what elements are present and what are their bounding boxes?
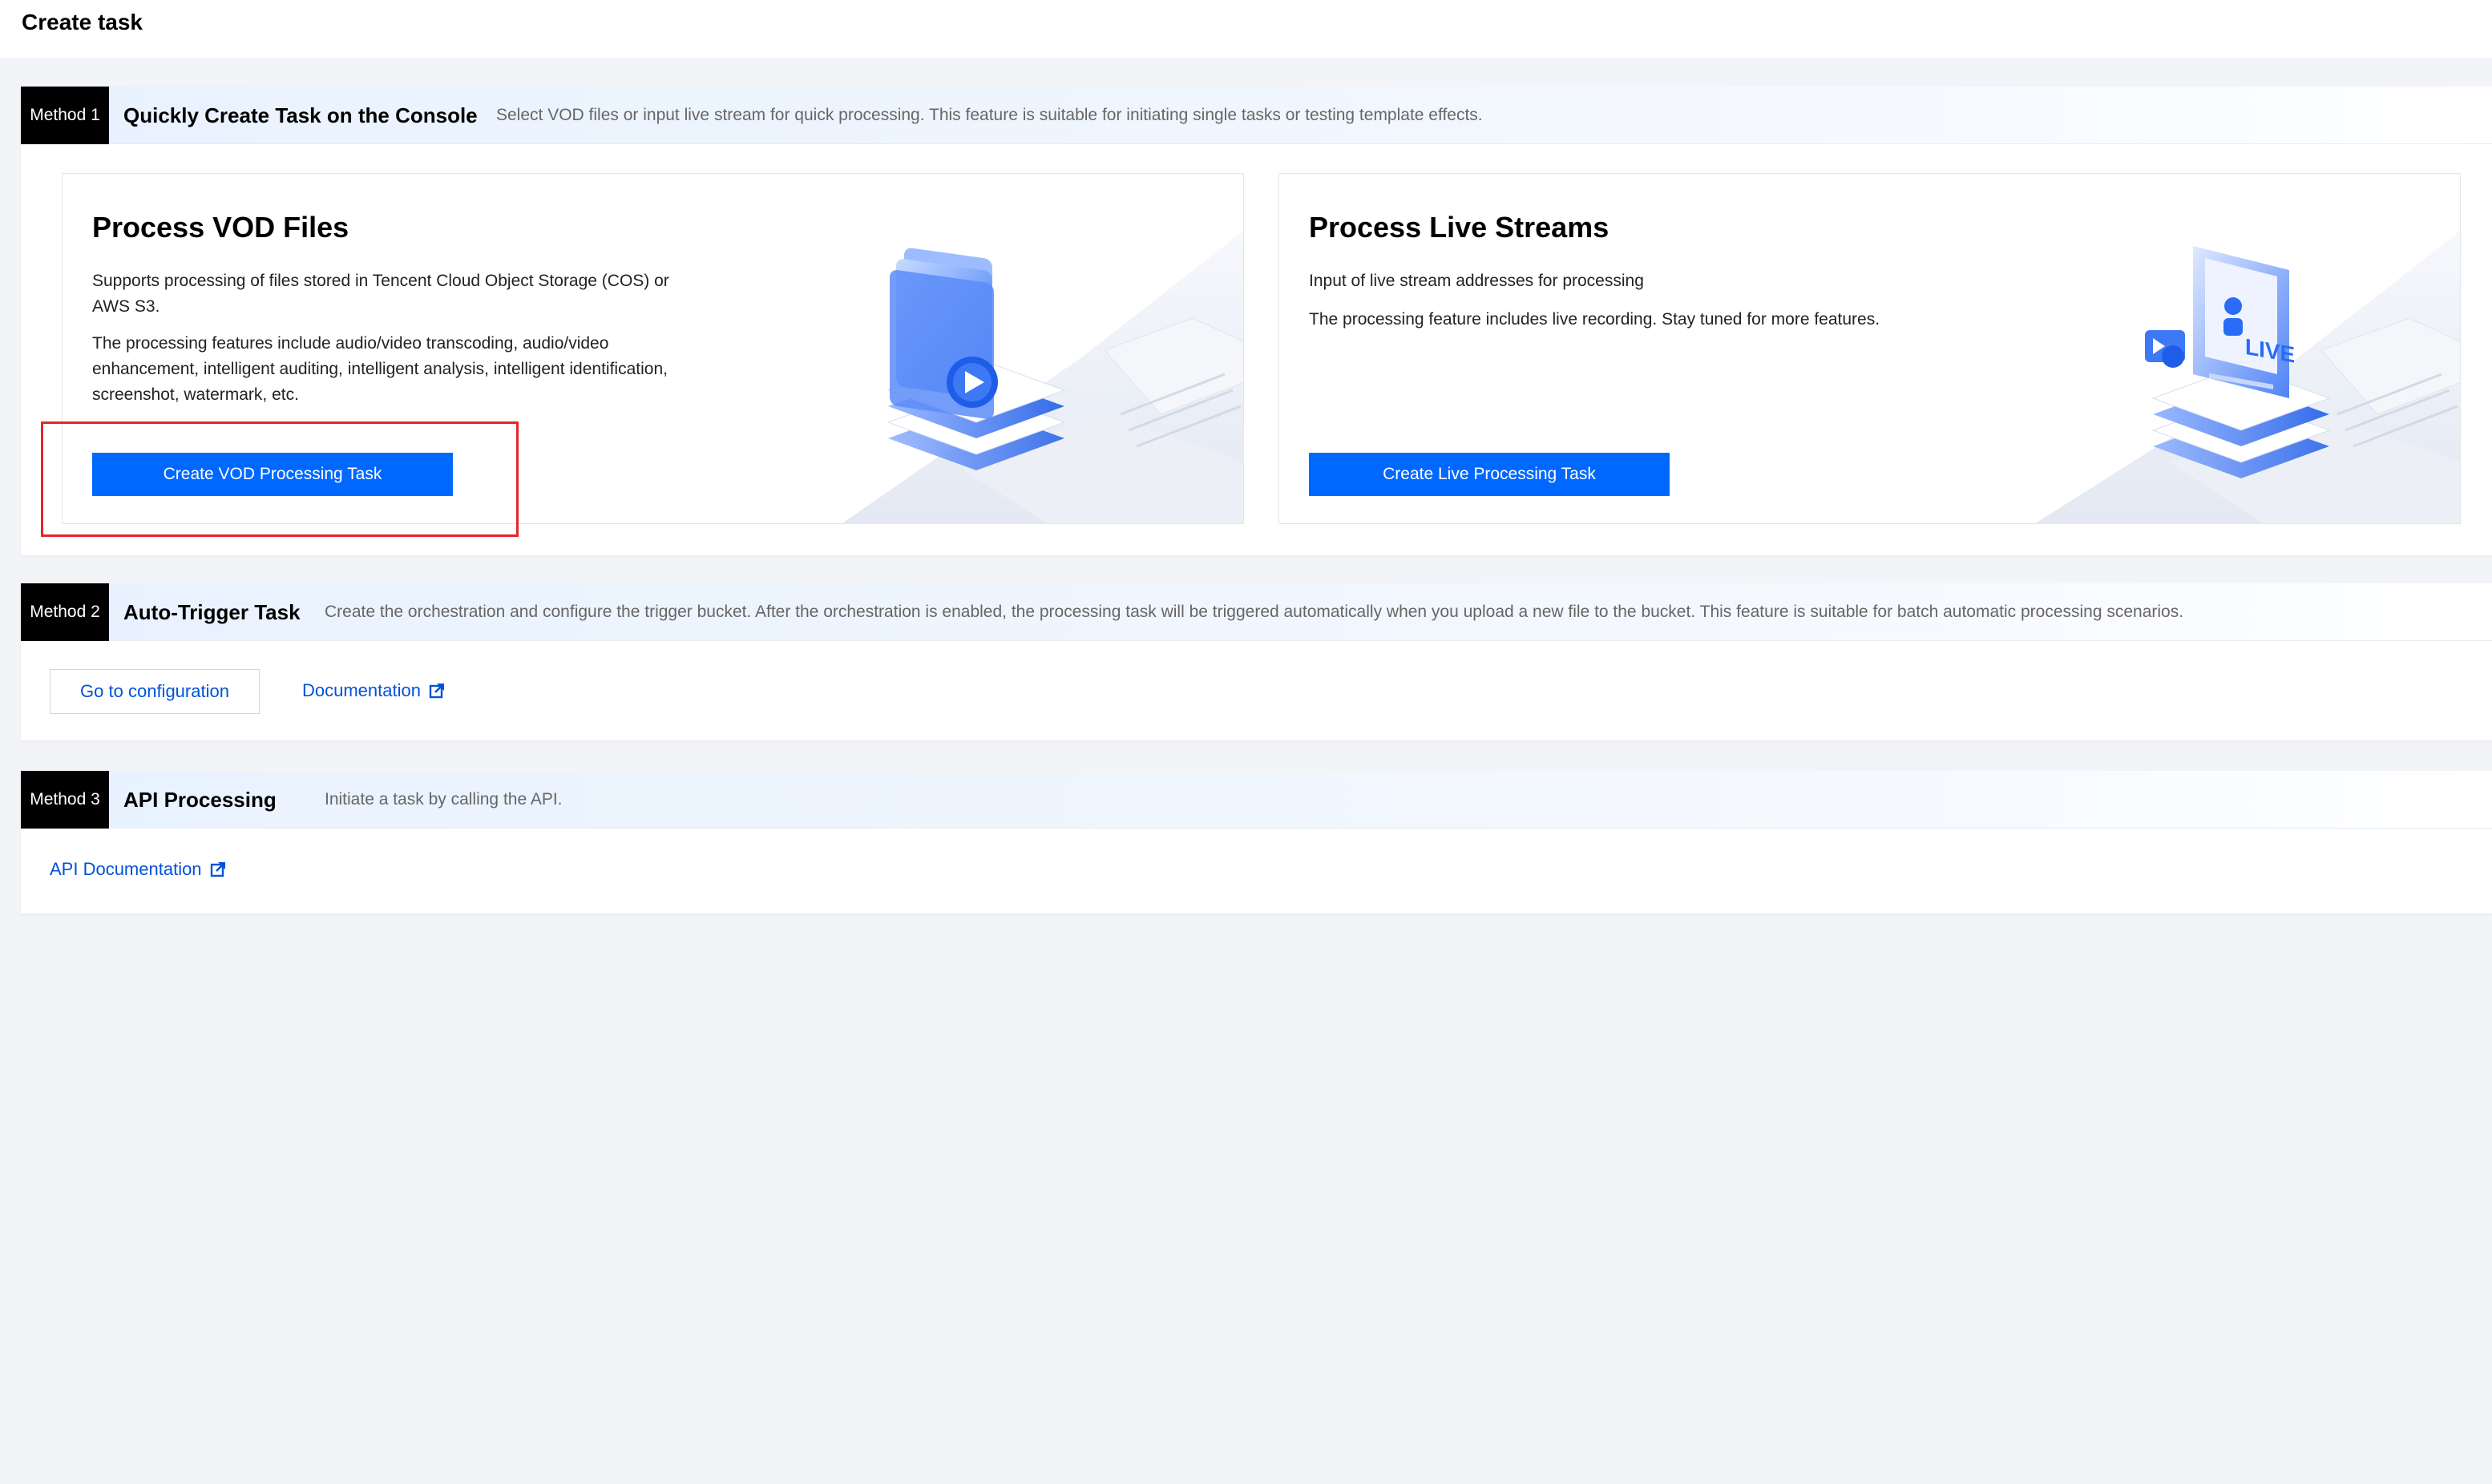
method2-description: Create the orchestration and configure t…	[325, 603, 2184, 621]
external-link-icon	[210, 862, 225, 877]
method1-title: Quickly Create Task on the Console	[123, 103, 478, 127]
method1-header: Method 1 Quickly Create Task on the Cons…	[21, 87, 2492, 144]
folder-play-icon	[842, 231, 1243, 523]
method3-header: Method 3 API Processing Initiate a task …	[21, 771, 2492, 829]
documentation-link-label: Documentation	[302, 680, 421, 700]
page-header: Create task	[0, 0, 2492, 58]
go-to-configuration-button[interactable]: Go to configuration	[50, 669, 260, 714]
method3-section: Method 3 API Processing Initiate a task …	[21, 771, 2492, 913]
create-vod-task-button[interactable]: Create VOD Processing Task	[92, 453, 453, 496]
live-card-text-2: The processing feature includes live rec…	[1309, 310, 1880, 329]
vod-card-text-2: The processing features include audio/vi…	[92, 334, 668, 404]
method1-description: Select VOD files or input live stream fo…	[496, 106, 1483, 124]
live-screen-icon: LIVE	[2035, 231, 2460, 523]
method3-description: Initiate a task by calling the API.	[325, 790, 563, 809]
method1-badge: Method 1	[21, 87, 109, 144]
method1-section: Method 1 Quickly Create Task on the Cons…	[21, 87, 2492, 555]
method3-badge: Method 3	[21, 771, 109, 829]
method3-title: API Processing	[123, 787, 277, 812]
method2-header: Method 2 Auto-Trigger Task Create the or…	[21, 583, 2492, 641]
method2-title: Auto-Trigger Task	[123, 599, 301, 624]
vod-card-title: Process VOD Files	[92, 211, 349, 244]
live-card-text-1: Input of live stream addresses for proce…	[1309, 272, 1644, 290]
external-link-icon	[429, 684, 444, 699]
page-title: Create task	[22, 10, 143, 34]
method2-badge: Method 2	[21, 583, 109, 641]
api-documentation-link[interactable]: API Documentation	[50, 859, 226, 880]
live-card: Process Live Streams Input of live strea…	[1278, 173, 2461, 524]
method2-section: Method 2 Auto-Trigger Task Create the or…	[21, 583, 2492, 740]
create-live-task-button[interactable]: Create Live Processing Task	[1309, 453, 1670, 496]
api-documentation-link-label: API Documentation	[50, 859, 202, 879]
live-card-title: Process Live Streams	[1309, 211, 1610, 244]
vod-card-text-1: Supports processing of files stored in T…	[92, 272, 669, 316]
vod-card: Process VOD Files Supports processing of…	[62, 173, 1244, 524]
documentation-link[interactable]: Documentation	[302, 680, 445, 701]
